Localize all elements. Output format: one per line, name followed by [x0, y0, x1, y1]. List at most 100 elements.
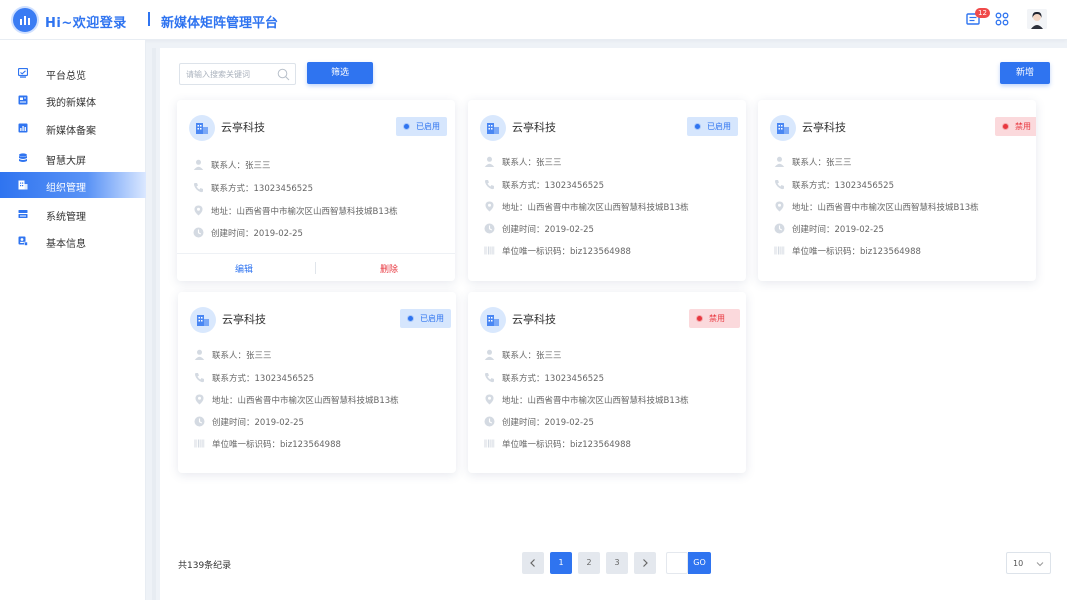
- barcode-icon: [194, 438, 205, 449]
- code-text: 单位唯一标识码：biz123564988: [502, 440, 631, 450]
- barcode-icon: [774, 245, 785, 256]
- page-button-3[interactable]: 3: [606, 552, 628, 574]
- contact-text: 联系人：张三三: [211, 161, 271, 171]
- phone-icon: [193, 182, 204, 193]
- info-icon: [18, 236, 28, 246]
- media-icon: [18, 95, 28, 105]
- chevron-down-icon: [1036, 560, 1044, 568]
- user-icon: [484, 349, 495, 360]
- page-size-select[interactable]: 10: [1006, 552, 1051, 574]
- phone-text: 联系方式：13023456525: [792, 181, 894, 191]
- sidebar-item-label: 新媒体备案: [46, 126, 96, 137]
- clock-icon: [774, 223, 785, 234]
- title-divider: [148, 12, 150, 26]
- contact-text: 联系人：张三三: [502, 158, 562, 168]
- go-button[interactable]: GO: [688, 552, 711, 574]
- sidebar-item-label: 平台总览: [46, 71, 86, 82]
- search-input[interactable]: [180, 64, 275, 84]
- user-avatar[interactable]: [1027, 9, 1047, 29]
- sidebar-item-smart-screen[interactable]: 智慧大屏: [0, 145, 146, 171]
- clock-icon: [193, 227, 204, 238]
- created-text: 创建时间：2019-02-25: [502, 225, 594, 235]
- dashboard-icon: [17, 67, 29, 78]
- sidebar-item-basic-info[interactable]: 基本信息: [0, 228, 146, 254]
- organization-card[interactable]: 云亭科技 禁用 联系人：张三三 联系方式：13023456525 地址：山西省晋…: [468, 292, 746, 473]
- status-dot: [1003, 124, 1008, 129]
- building-icon: [189, 115, 215, 141]
- sidebar-item-label: 我的新媒体: [46, 98, 96, 109]
- created-text: 创建时间：2019-02-25: [212, 418, 304, 428]
- search-icon[interactable]: [277, 68, 290, 81]
- record-icon: [18, 123, 28, 133]
- code-text: 单位唯一标识码：biz123564988: [792, 247, 921, 257]
- status-label: 已启用: [420, 314, 444, 323]
- address-text: 地址：山西省晋中市榆次区山西智慧科技城B13栋: [211, 207, 398, 217]
- sidebar-item-overview[interactable]: 平台总览: [0, 60, 146, 86]
- logo-icon: [13, 8, 37, 32]
- total-records: 共139条纪录: [178, 561, 232, 571]
- action-divider: [315, 262, 316, 274]
- barcode-icon: [484, 438, 495, 449]
- building-icon: [190, 307, 216, 333]
- goto-page-input[interactable]: [666, 552, 688, 574]
- filter-button[interactable]: 筛选: [307, 62, 373, 84]
- page-button-1[interactable]: 1: [550, 552, 572, 574]
- organization-card[interactable]: 云亭科技 已启用 联系人：张三三 联系方式：13023456525 地址：山西省…: [468, 100, 746, 281]
- sidebar-item-label: 系统管理: [46, 212, 86, 223]
- clock-icon: [484, 416, 495, 427]
- contact-text: 联系人：张三三: [502, 351, 562, 361]
- organization-name: 云亭科技: [221, 121, 265, 134]
- contact-text: 联系人：张三三: [792, 158, 852, 168]
- organization-name: 云亭科技: [512, 313, 556, 326]
- message-count-badge: 12: [975, 8, 990, 18]
- phone-text: 联系方式：13023456525: [502, 181, 604, 191]
- status-dot: [404, 124, 409, 129]
- apps-grid-icon[interactable]: [995, 12, 1009, 26]
- code-text: 单位唯一标识码：biz123564988: [212, 440, 341, 450]
- building-icon: [770, 115, 796, 141]
- edit-button[interactable]: 编辑: [235, 262, 253, 275]
- status-label: 禁用: [1015, 122, 1031, 131]
- phone-icon: [194, 372, 205, 383]
- add-button[interactable]: 新增: [1000, 62, 1050, 84]
- clock-icon: [194, 416, 205, 427]
- status-badge: 禁用: [995, 117, 1036, 136]
- top-header: Hi~欢迎登录 新媒体矩阵管理平台 12: [0, 0, 1067, 40]
- status-label: 已启用: [707, 122, 731, 131]
- organization-icon: [18, 180, 28, 190]
- status-badge: 已启用: [400, 309, 451, 328]
- sidebar-item-label: 基本信息: [46, 239, 86, 250]
- created-text: 创建时间：2019-02-25: [792, 225, 884, 235]
- organization-name: 云亭科技: [222, 313, 266, 326]
- page-size-value: 10: [1013, 559, 1024, 568]
- building-icon: [480, 115, 506, 141]
- location-icon: [774, 201, 785, 212]
- search-box: [179, 63, 296, 85]
- organization-card[interactable]: 云亭科技 禁用 联系人：张三三 联系方式：13023456525 地址：山西省晋…: [758, 100, 1036, 281]
- address-text: 地址：山西省晋中市榆次区山西智慧科技城B13栋: [212, 396, 399, 406]
- barcode-icon: [484, 245, 495, 256]
- status-badge: 禁用: [689, 309, 740, 328]
- prev-page-button[interactable]: [522, 552, 544, 574]
- building-icon: [480, 307, 506, 333]
- scrollbar[interactable]: [152, 48, 156, 600]
- user-icon: [194, 349, 205, 360]
- sidebar-item-system[interactable]: 系统管理: [0, 201, 146, 227]
- main-content: 筛选 新增 云亭科技 已启用 联系人：张三三 联系方式：13023456525 …: [160, 48, 1067, 600]
- page-button-2[interactable]: 2: [578, 552, 600, 574]
- organization-card[interactable]: 云亭科技 已启用 联系人：张三三 联系方式：13023456525 地址：山西省…: [177, 100, 455, 281]
- organization-card[interactable]: 云亭科技 已启用 联系人：张三三 联系方式：13023456525 地址：山西省…: [178, 292, 456, 473]
- status-badge: 已启用: [396, 117, 447, 136]
- phone-text: 联系方式：13023456525: [502, 374, 604, 384]
- created-text: 创建时间：2019-02-25: [502, 418, 594, 428]
- sidebar-item-media-record[interactable]: 新媒体备案: [0, 115, 146, 141]
- user-icon: [484, 156, 495, 167]
- sidebar-item-my-media[interactable]: 我的新媒体: [0, 87, 146, 113]
- location-icon: [193, 205, 204, 216]
- phone-text: 联系方式：13023456525: [212, 374, 314, 384]
- next-page-button[interactable]: [634, 552, 656, 574]
- sidebar-item-organization[interactable]: 组织管理: [0, 172, 146, 198]
- status-badge: 已启用: [687, 117, 738, 136]
- delete-button[interactable]: 删除: [380, 262, 398, 275]
- clock-icon: [484, 223, 495, 234]
